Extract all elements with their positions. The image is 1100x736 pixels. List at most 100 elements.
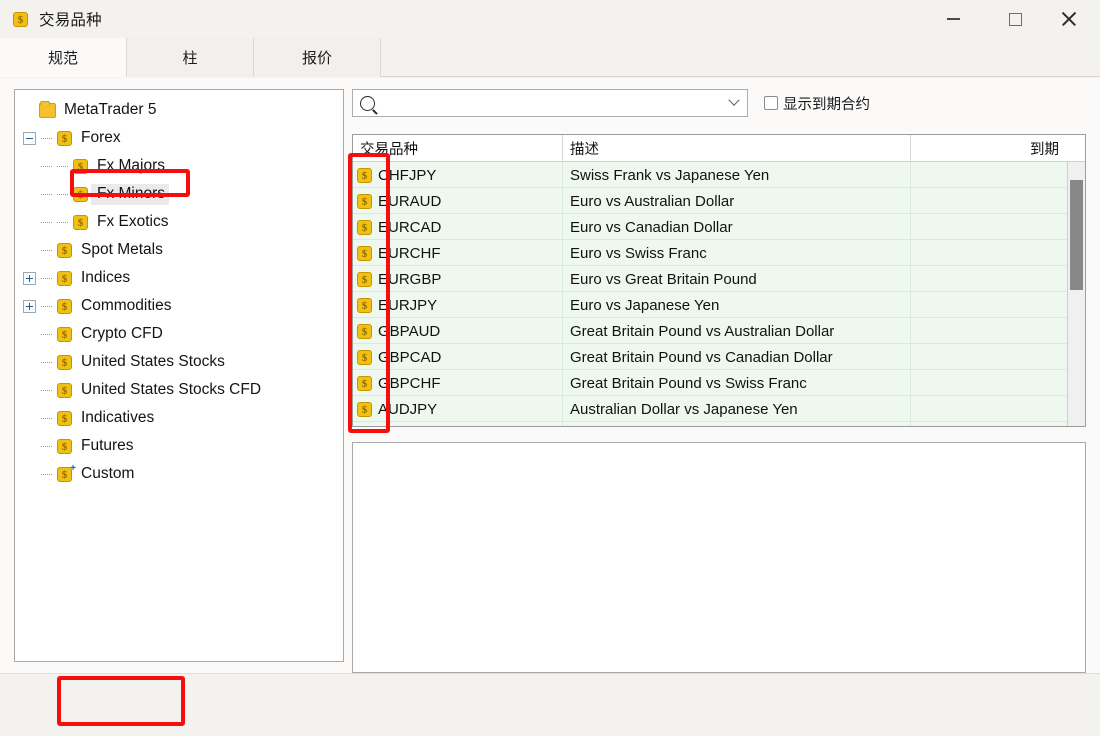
cell-symbol: $ EURCHF xyxy=(353,240,563,266)
symbol-tree-panel[interactable]: MetaTrader 5 $ Forex $ Fx Majors $ Fx Mi… xyxy=(14,89,344,662)
cell-description: Great Britain Pound vs Australian Dollar xyxy=(563,318,911,344)
symbols-table[interactable]: 交易品种 描述 到期 $ CHFJPY Swiss Frank vs Japane… xyxy=(352,134,1086,427)
tree-item-indicatives[interactable]: $ Indicatives xyxy=(23,404,343,432)
cell-symbol: $ EURAUD xyxy=(353,188,563,214)
symbol-card-icon: $ xyxy=(57,409,74,426)
show-expired-checkbox[interactable]: 显示到期合约 xyxy=(764,93,870,114)
tree-item-indices[interactable]: $ Indices xyxy=(23,264,343,292)
symbol-card-icon: $ xyxy=(357,401,372,417)
show-expired-label: 显示到期合约 xyxy=(783,96,870,113)
tree-item-label: Fx Exotics xyxy=(97,213,169,230)
collapse-minus-icon[interactable] xyxy=(23,131,36,145)
tree-item-united-states-stocks[interactable]: $ United States Stocks xyxy=(23,348,343,376)
table-row[interactable]: $ CHFJPY Swiss Frank vs Japanese Yen xyxy=(353,162,1085,188)
title-bar: $ 交易品种 xyxy=(0,0,1100,38)
cell-description: Australian Dollar vs Japanese Yen xyxy=(563,396,911,422)
table-vertical-scrollbar[interactable] xyxy=(1067,162,1085,426)
symbol-card-icon: $ xyxy=(57,325,74,342)
symbol-card-icon: $ xyxy=(357,349,372,365)
cell-expiration xyxy=(911,396,1066,422)
tree-item-label: Custom xyxy=(81,465,135,482)
tree-connector xyxy=(55,165,71,167)
symbol-tree: MetaTrader 5 $ Forex $ Fx Majors $ Fx Mi… xyxy=(15,90,343,488)
folder-icon xyxy=(39,100,56,118)
tree-item-forex[interactable]: $ Forex xyxy=(23,124,343,152)
expand-plus-icon[interactable] xyxy=(23,271,36,285)
cell-symbol: $ EURGBP xyxy=(353,266,563,292)
tree-item-label: Forex xyxy=(81,129,121,146)
tree-connector xyxy=(39,333,55,335)
column-header-description[interactable]: 描述 xyxy=(563,135,911,162)
column-header-expiration[interactable]: 到期 xyxy=(911,135,1066,162)
close-icon[interactable] xyxy=(1046,0,1092,38)
table-row[interactable]: $ EURCHF Euro vs Swiss Franc xyxy=(353,240,1085,266)
cell-symbol: $ GBPCAD xyxy=(353,344,563,370)
cell-description: Euro vs Canadian Dollar xyxy=(563,214,911,240)
symbol-card-icon: $ xyxy=(357,167,372,183)
tree-item-commodities[interactable]: $ Commodities xyxy=(23,292,343,320)
scrollbar-thumb[interactable] xyxy=(1070,180,1083,290)
dialog-content: MetaTrader 5 $ Forex $ Fx Majors $ Fx Mi… xyxy=(0,78,1100,673)
table-header-row: 交易品种 描述 到期 xyxy=(353,135,1085,162)
cell-expiration xyxy=(911,214,1066,240)
tree-connector xyxy=(55,193,71,195)
tree-item-crypto-cfd[interactable]: $ Crypto CFD xyxy=(23,320,343,348)
table-row[interactable]: $ xyxy=(353,422,1085,426)
search-input[interactable] xyxy=(375,91,721,115)
table-row[interactable]: $ GBPCHF Great Britain Pound vs Swiss Fra… xyxy=(353,370,1085,396)
cell-expiration xyxy=(911,188,1066,214)
tree-connector xyxy=(39,137,55,139)
tree-connector xyxy=(39,445,55,447)
tree-item-label: United States Stocks CFD xyxy=(81,381,262,398)
tree-item-label: Crypto CFD xyxy=(81,325,163,342)
chevron-down-icon[interactable] xyxy=(721,90,747,116)
symbol-card-icon: $ xyxy=(57,437,74,454)
search-row: 显示到期合约 xyxy=(352,89,1086,117)
maximize-icon[interactable] xyxy=(992,0,1038,38)
table-row[interactable]: $ EURAUD Euro vs Australian Dollar xyxy=(353,188,1085,214)
cell-symbol: $ EURJPY xyxy=(353,292,563,318)
table-row[interactable]: $ EURCAD Euro vs Canadian Dollar xyxy=(353,214,1085,240)
table-row[interactable]: $ EURJPY Euro vs Japanese Yen xyxy=(353,292,1085,318)
cell-symbol: $ xyxy=(353,422,563,426)
symbol-text: EURCHF xyxy=(378,244,441,262)
cell-expiration xyxy=(911,344,1066,370)
tree-item-label: Futures xyxy=(81,437,134,454)
cell-symbol: $ AUDJPY xyxy=(353,396,563,422)
cell-expiration xyxy=(911,162,1066,188)
tree-item-united-states-stocks-cfd[interactable]: $ United States Stocks CFD xyxy=(23,376,343,404)
minimize-icon[interactable] xyxy=(930,0,976,38)
tree-item-spot-metals[interactable]: $ Spot Metals xyxy=(23,236,343,264)
tree-item-label: MetaTrader 5 xyxy=(64,101,157,118)
table-row[interactable]: $ EURGBP Euro vs Great Britain Pound xyxy=(353,266,1085,292)
window-title: 交易品种 xyxy=(39,12,102,29)
tree-item-fx-exotics[interactable]: $ Fx Exotics xyxy=(23,208,343,236)
tree-item-fx-majors[interactable]: $ Fx Majors xyxy=(23,152,343,180)
tree-item-custom[interactable]: $ Custom xyxy=(23,460,343,488)
tree-item-fx-minors[interactable]: $ Fx Minors xyxy=(23,180,343,208)
table-row[interactable]: $ GBPCAD Great Britain Pound vs Canadian … xyxy=(353,344,1085,370)
symbol-card-add-icon: $ xyxy=(57,462,76,482)
expand-plus-icon[interactable] xyxy=(23,299,36,313)
table-row[interactable]: $ GBPAUD Great Britain Pound vs Australia… xyxy=(353,318,1085,344)
tab-specification[interactable]: 规范 xyxy=(0,38,127,77)
symbol-card-icon: $ xyxy=(57,129,74,146)
tree-connector xyxy=(39,305,55,307)
cell-symbol: $ GBPCHF xyxy=(353,370,563,396)
tree-item-futures[interactable]: $ Futures xyxy=(23,432,343,460)
column-header-symbol[interactable]: 交易品种 xyxy=(353,135,563,162)
search-combobox[interactable] xyxy=(352,89,748,117)
table-row[interactable]: $ AUDJPY Australian Dollar vs Japanese Ye… xyxy=(353,396,1085,422)
tab-bars[interactable]: 柱 xyxy=(127,38,254,77)
symbol-text: GBPAUD xyxy=(378,322,441,340)
tree-item-label: Indicatives xyxy=(81,409,155,426)
checkbox-box[interactable] xyxy=(764,96,778,110)
cell-description: Swiss Frank vs Japanese Yen xyxy=(563,162,911,188)
symbol-card-icon: $ xyxy=(357,323,372,339)
symbol-card-icon: $ xyxy=(357,375,372,391)
search-icon xyxy=(360,95,375,111)
tree-item-metatrader-5[interactable]: MetaTrader 5 xyxy=(23,96,343,124)
tree-connector xyxy=(39,417,55,419)
tab-ticks[interactable]: 报价 xyxy=(254,38,381,77)
cell-symbol: $ GBPAUD xyxy=(353,318,563,344)
